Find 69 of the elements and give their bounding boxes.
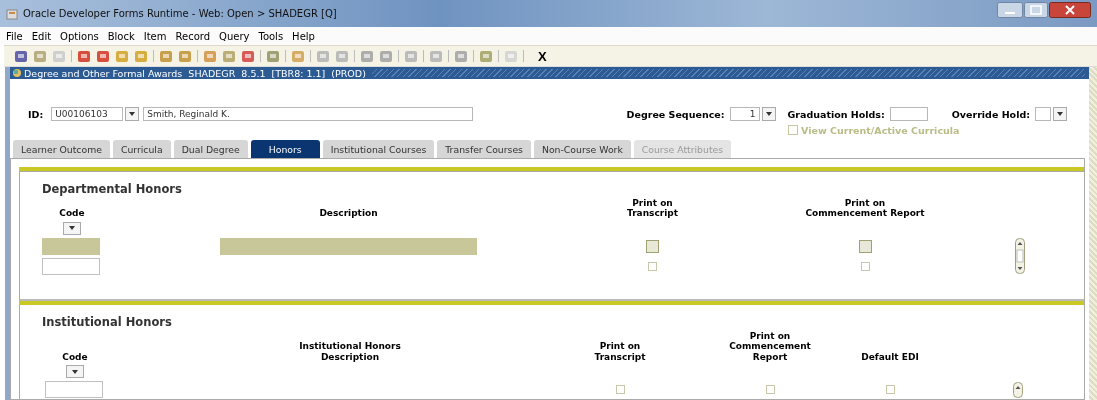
graduation-holds-field[interactable] xyxy=(889,107,928,121)
id-label: ID: xyxy=(28,108,44,120)
menu-item[interactable]: Record xyxy=(175,30,211,42)
tab[interactable]: Curricula xyxy=(112,140,171,158)
checkbox[interactable] xyxy=(615,385,625,395)
close-button[interactable] xyxy=(1049,2,1091,18)
column-header: Institutional Honors Description xyxy=(298,341,402,363)
menu-item[interactable]: Item xyxy=(143,30,167,42)
caret-icon xyxy=(72,369,78,374)
id-field[interactable]: U00106103 xyxy=(51,107,124,121)
dropdown-button[interactable] xyxy=(125,107,140,121)
degree-sequence-label: Degree Sequence: xyxy=(626,108,725,120)
form-title: Degree and Other Formal Awards SHADEGR 8.5.1 [TBR8: 1.1] (PROD) xyxy=(24,67,366,79)
description-field[interactable] xyxy=(220,237,477,255)
column-header: Print on Transcript xyxy=(626,198,679,219)
menu-item[interactable]: Block xyxy=(107,30,135,42)
column-header: Print on Transcript xyxy=(593,341,647,363)
caret-icon xyxy=(69,226,75,231)
column-header: Code xyxy=(61,351,89,363)
record-scrollbar[interactable] xyxy=(1013,382,1023,399)
override-hold-label: Override Hold: xyxy=(951,108,1030,120)
checkbox[interactable] xyxy=(646,239,659,253)
name-field[interactable]: Smith, Reginald K. xyxy=(143,107,474,121)
checkbox[interactable] xyxy=(648,261,657,271)
record-scrollbar[interactable] xyxy=(1015,238,1025,275)
menu-item[interactable]: Help xyxy=(292,30,315,42)
menu-item[interactable]: Tools xyxy=(258,30,284,42)
code-field[interactable] xyxy=(42,257,100,275)
tab[interactable]: Learner Outcome xyxy=(13,140,110,158)
exit-button[interactable]: X xyxy=(535,48,550,64)
dropdown-button[interactable] xyxy=(66,365,84,379)
graduation-holds-label: Graduation Holds: xyxy=(787,108,885,120)
column-header: Print on Commencement Report xyxy=(804,198,926,219)
column-header: Description xyxy=(318,208,379,219)
scroll-track[interactable] xyxy=(1089,67,1097,400)
view-current-label: View Current/Active Curricula xyxy=(801,124,960,136)
menu-item[interactable]: File xyxy=(6,30,23,42)
dropdown-button[interactable] xyxy=(761,107,776,121)
section-title: Institutional Honors xyxy=(42,315,173,329)
caret-icon xyxy=(129,112,136,116)
code-field[interactable] xyxy=(42,237,100,255)
application-icon xyxy=(6,7,18,20)
column-header: Default EDI xyxy=(860,351,920,363)
menu-item[interactable]: Edit xyxy=(31,30,52,42)
column-header: Print on Commencement Report xyxy=(728,331,812,363)
dropdown-button[interactable] xyxy=(63,221,81,235)
tab[interactable]: Non-Course Work xyxy=(533,140,631,158)
checkbox[interactable] xyxy=(765,385,775,395)
minimize-button[interactable] xyxy=(997,2,1023,18)
tab[interactable]: Transfer Courses xyxy=(437,140,531,158)
tab[interactable]: Institutional Courses xyxy=(322,140,435,158)
caret-icon xyxy=(1057,112,1063,116)
menu-item[interactable]: Query xyxy=(219,30,250,42)
checkbox[interactable] xyxy=(858,239,872,253)
degree-sequence-field[interactable]: 1 xyxy=(729,107,760,121)
code-field[interactable] xyxy=(45,381,103,399)
caret-icon xyxy=(765,112,772,116)
window-title: Oracle Developer Forms Runtime - Web: Open > SHADEGR [Q] xyxy=(23,8,337,19)
dropdown-button[interactable] xyxy=(1053,107,1067,121)
tab[interactable]: Honors xyxy=(250,140,320,158)
column-header: Code xyxy=(58,208,86,219)
override-hold-field[interactable] xyxy=(1035,107,1051,121)
checkbox[interactable] xyxy=(860,261,870,271)
section-title: Departmental Honors xyxy=(42,182,183,196)
menu-item[interactable]: Options xyxy=(60,30,99,42)
checkbox[interactable] xyxy=(885,385,895,395)
form-icon xyxy=(12,68,22,78)
tab[interactable]: Dual Degree xyxy=(173,140,248,158)
maximize-button[interactable] xyxy=(1024,2,1048,18)
